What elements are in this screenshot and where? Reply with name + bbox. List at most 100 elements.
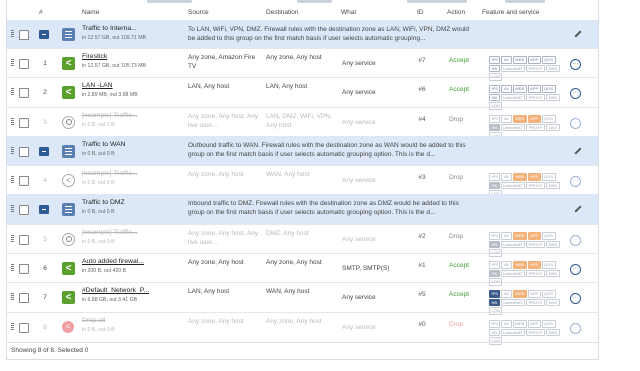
drag-handle[interactable] (11, 264, 14, 271)
rule-traffic-stats: in 0 B, out 0 B (82, 122, 115, 128)
rule-action: Drop (449, 174, 464, 181)
more-options-icon[interactable]: ··· (570, 323, 581, 334)
feature-tag: DNS (546, 269, 560, 277)
row-checkbox[interactable] (19, 118, 29, 128)
drag-handle[interactable] (11, 323, 14, 330)
collapse-group-button[interactable] (39, 205, 49, 214)
row-checkbox[interactable] (19, 30, 29, 40)
feature-tag: WEB (512, 115, 527, 123)
drag-handle[interactable] (11, 235, 14, 242)
more-options-icon[interactable]: ··· (570, 59, 581, 70)
rule-name-link[interactable]: Auto added firewal... (82, 258, 144, 265)
rule-source: Any zone, Amazon Fire TV (188, 54, 256, 70)
drag-handle[interactable] (11, 30, 14, 37)
rule-row[interactable]: 4 < [example] Traffic... in 0 B, out 0 B Any… (7, 165, 598, 198)
more-options-icon[interactable]: ··· (570, 88, 581, 99)
feature-tag: APP (527, 115, 541, 123)
group-name[interactable]: Traffic to DMZ (82, 199, 125, 206)
feature-tag: LinkedNAT (500, 181, 526, 189)
drag-handle[interactable] (11, 88, 14, 95)
group-name[interactable]: Traffic to WAN (82, 141, 126, 148)
rule-group-row[interactable]: Traffic to WAN in 0 B, out 0 B Outbound tr… (7, 136, 598, 166)
rule-id: #6 (418, 86, 426, 93)
drag-handle[interactable] (11, 176, 14, 183)
feature-tag: LinkedNAT (500, 328, 526, 336)
feature-tag: IPS (489, 85, 501, 93)
rule-position: 5 (43, 236, 47, 243)
rule-id: #5 (418, 291, 426, 298)
rule-row[interactable]: 1 < Firestick in 12.57 GB, out 105.73 MB Any… (7, 48, 598, 81)
more-options-icon[interactable]: ··· (570, 176, 581, 187)
rule-row[interactable]: 3 [example] Traffic... in 0 B, out 0 B Any … (7, 107, 598, 140)
rule-row[interactable]: 2 < LAN -LAN in 2.89 MB, out 3.98 MB LAN, An… (7, 77, 598, 110)
col-destination[interactable]: Destination (266, 9, 299, 16)
rule-name-link[interactable]: Drop all (82, 317, 105, 324)
row-checkbox[interactable] (19, 235, 29, 245)
rule-source: Any zone, Any host, Any live user... (188, 230, 259, 246)
rule-name-link[interactable]: Firestick (82, 53, 107, 60)
feature-tag: AV (501, 85, 512, 93)
rule-row[interactable]: 5 [example] Traffic... in 0 B, out 0 B Any … (7, 224, 598, 257)
rule-row[interactable]: 6 < Auto added firewal... in 200 B, out 420… (7, 253, 598, 286)
rule-group-row[interactable]: Traffic to Interna... in 12.57 GB, out 10… (7, 20, 598, 49)
drag-handle[interactable] (11, 205, 14, 212)
more-options-icon[interactable]: ··· (570, 118, 581, 129)
feature-tag: QOS (541, 85, 556, 93)
edit-pencil-icon[interactable] (573, 30, 581, 38)
row-checkbox[interactable] (19, 293, 29, 303)
rule-name-link[interactable]: [example] Traffic... (82, 112, 137, 119)
group-name[interactable]: Traffic to Interna... (82, 25, 137, 32)
drag-handle[interactable] (11, 118, 14, 125)
feature-tag: HB (489, 240, 500, 248)
row-checkbox[interactable] (19, 264, 29, 274)
row-checkbox[interactable] (19, 323, 29, 333)
feature-tag: APP (527, 290, 541, 298)
rule-row[interactable]: 7 < #Default_Network_P... in 6.88 GB, out 3… (7, 282, 598, 315)
feature-tag: WEB (512, 320, 527, 328)
col-action[interactable]: Action (447, 9, 465, 16)
collapse-group-button[interactable] (39, 30, 49, 39)
rule-source: Any zone, Any host, Any live user... (188, 113, 259, 129)
edit-pencil-icon[interactable] (573, 147, 581, 155)
rule-name-link[interactable]: [example] Traffic... (82, 170, 137, 177)
feature-tag: QOS (541, 115, 556, 123)
feature-tag: WEB (512, 232, 527, 240)
rule-action: Drop (449, 233, 464, 240)
rule-name-link[interactable]: LAN -LAN (82, 82, 113, 89)
drag-handle[interactable] (11, 147, 14, 154)
rule-source: LAN, Any host (188, 83, 230, 90)
col-id[interactable]: ID (417, 9, 424, 16)
row-checkbox[interactable] (19, 147, 29, 157)
rule-group-icon (62, 28, 75, 41)
row-checkbox[interactable] (19, 176, 29, 186)
rule-destination: Any zone, Any host (266, 259, 322, 266)
rule-id: #3 (418, 174, 426, 181)
more-options-icon[interactable]: ··· (570, 293, 581, 304)
rule-destination: LAN, Any host (266, 83, 308, 90)
feature-tag: QOS (541, 56, 556, 64)
feature-tag: AV (501, 290, 512, 298)
page-scrollbar[interactable] (600, 0, 608, 360)
feature-tag: DNS (546, 328, 560, 336)
feature-tag: DNS (546, 64, 560, 72)
more-options-icon[interactable]: ··· (570, 235, 581, 246)
row-checkbox[interactable] (19, 205, 29, 215)
drag-handle[interactable] (11, 293, 14, 300)
col-what[interactable]: What (341, 9, 356, 16)
drag-handle[interactable] (11, 59, 14, 66)
rule-group-row[interactable]: Traffic to DMZ in 0 B, out 0 B Inbound tra… (7, 194, 598, 225)
col-source[interactable]: Source (188, 9, 209, 16)
more-options-icon[interactable]: ··· (570, 264, 581, 275)
rule-row[interactable]: 8 < Drop all in 0 B, out 0 B Any zone, Any h… (7, 312, 598, 345)
table-header: # Name Source Destination What ID Action… (7, 6, 598, 21)
row-checkbox[interactable] (19, 59, 29, 69)
feature-tag: DNS (546, 123, 560, 131)
edit-pencil-icon[interactable] (573, 205, 581, 213)
col-name[interactable]: Name (82, 9, 99, 16)
collapse-group-button[interactable] (39, 147, 49, 156)
rule-name-link[interactable]: #Default_Network_P... (82, 287, 149, 294)
rule-services: Any service (342, 324, 376, 331)
rule-name-link[interactable]: [example] Traffic... (82, 229, 137, 236)
row-checkbox[interactable] (19, 88, 29, 98)
rule-services: Any service (342, 294, 376, 301)
